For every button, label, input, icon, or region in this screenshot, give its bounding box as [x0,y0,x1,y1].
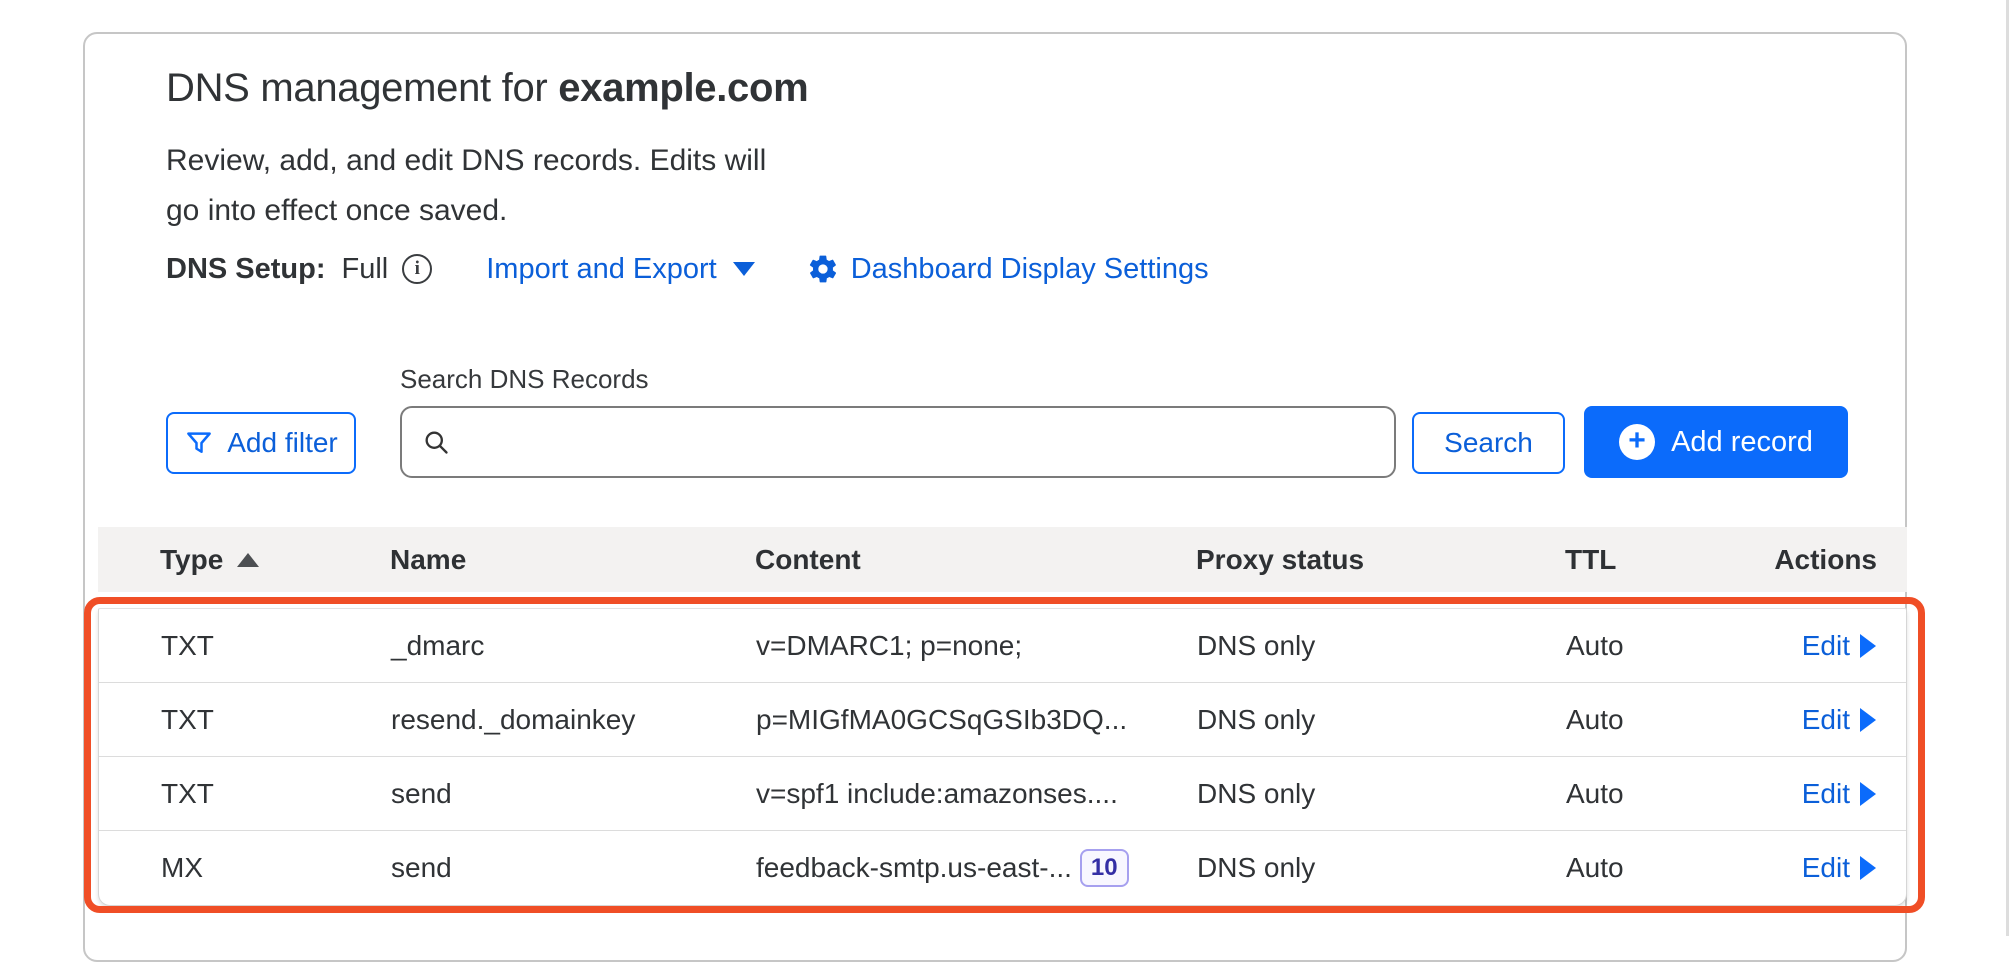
record-name: send [391,778,756,810]
page-title-domain: example.com [558,66,808,110]
column-header-name[interactable]: Name [390,544,755,576]
add-filter-label: Add filter [227,427,338,459]
import-export-label: Import and Export [486,253,717,286]
record-type: TXT [99,630,391,662]
column-header-actions: Actions [1774,544,1907,576]
sort-ascending-icon [237,553,259,567]
record-content: feedback-smtp.us-east-... 10 [756,849,1197,888]
record-content: v=spf1 include:amazonses.... [756,778,1197,810]
mx-priority-badge: 10 [1080,849,1129,888]
page-description: Review, add, and edit DNS records. Edits… [166,136,766,236]
column-header-content[interactable]: Content [755,544,1196,576]
search-button[interactable]: Search [1412,412,1565,474]
edit-record-button[interactable]: Edit [1802,778,1906,810]
dashboard-display-settings-link[interactable]: Dashboard Display Settings [807,253,1209,286]
record-ttl: Auto [1566,630,1746,662]
search-field-label: Search DNS Records [400,364,649,395]
chevron-right-icon [1860,708,1876,732]
record-proxy-status: DNS only [1197,852,1566,884]
dns-setup-row: DNS Setup: Full i Import and Export Dash… [166,248,1209,290]
record-ttl: Auto [1566,704,1746,736]
gear-icon [807,253,839,285]
record-proxy-status: DNS only [1197,630,1566,662]
dns-setup-label: DNS Setup: [166,253,326,286]
edit-record-button[interactable]: Edit [1802,704,1906,736]
record-type: TXT [99,778,391,810]
dns-records-table: TXT _dmarc v=DMARC1; p=none; DNS only Au… [98,608,1907,906]
record-name: _dmarc [391,630,756,662]
import-export-link[interactable]: Import and Export [486,253,755,286]
dns-setup-value: Full [342,253,389,286]
page-description-line2: go into effect once saved. [166,186,766,236]
record-type: MX [99,852,391,884]
record-name: resend._domainkey [391,704,756,736]
chevron-down-icon [733,262,755,276]
record-proxy-status: DNS only [1197,704,1566,736]
record-content: v=DMARC1; p=none; [756,630,1197,662]
record-name: send [391,852,756,884]
edit-record-button[interactable]: Edit [1802,630,1906,662]
filter-funnel-icon [184,428,214,458]
add-record-button[interactable]: + Add record [1584,406,1848,478]
edit-record-button[interactable]: Edit [1802,852,1906,884]
info-icon[interactable]: i [402,254,432,284]
dashboard-display-settings-label: Dashboard Display Settings [851,253,1209,286]
search-input[interactable] [464,426,1374,458]
search-button-label: Search [1444,427,1533,459]
record-proxy-status: DNS only [1197,778,1566,810]
add-record-label: Add record [1671,426,1813,459]
record-ttl: Auto [1566,778,1746,810]
table-row: TXT _dmarc v=DMARC1; p=none; DNS only Au… [99,609,1906,683]
page-title: DNS management for example.com [166,66,808,111]
window-edge-divider [2006,0,2009,936]
column-header-type[interactable]: Type [98,544,390,576]
record-content: p=MIGfMA0GCSqGSIb3DQ... [756,704,1197,736]
chevron-right-icon [1860,634,1876,658]
table-row: MX send feedback-smtp.us-east-... 10 DNS… [99,831,1906,905]
table-row: TXT resend._domainkey p=MIGfMA0GCSqGSIb3… [99,683,1906,757]
search-box [400,406,1396,478]
page-title-prefix: DNS management for [166,66,558,110]
plus-circle-icon: + [1619,424,1655,460]
table-header-row: Type Name Content Proxy status TTL Actio… [98,527,1907,592]
chevron-right-icon [1860,856,1876,880]
column-header-proxy-status[interactable]: Proxy status [1196,544,1565,576]
column-header-ttl[interactable]: TTL [1565,544,1747,576]
search-icon [422,428,450,456]
page-description-line1: Review, add, and edit DNS records. Edits… [166,136,766,186]
add-filter-button[interactable]: Add filter [166,412,356,474]
record-ttl: Auto [1566,852,1746,884]
table-row: TXT send v=spf1 include:amazonses.... DN… [99,757,1906,831]
chevron-right-icon [1860,782,1876,806]
record-type: TXT [99,704,391,736]
